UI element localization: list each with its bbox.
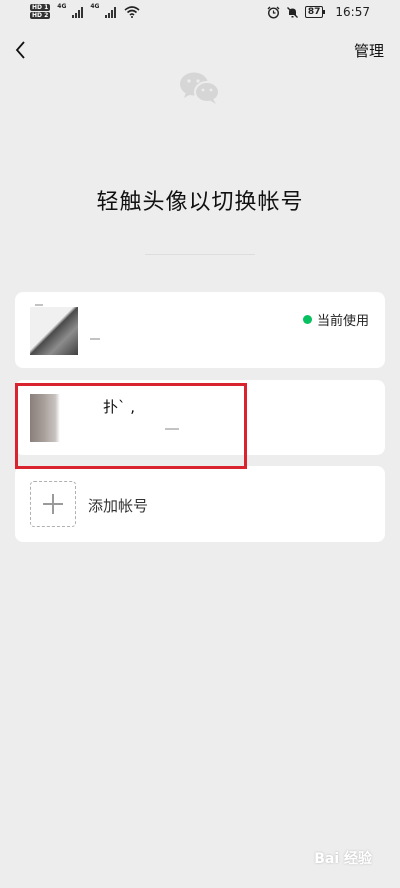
chevron-left-icon <box>15 41 25 59</box>
signal-icon <box>72 6 84 18</box>
hd1-badge: HD 1 <box>30 4 51 11</box>
battery-indicator: 87 <box>304 6 325 18</box>
manage-button[interactable]: 管理 <box>354 40 384 61</box>
back-button[interactable] <box>10 36 40 66</box>
plus-icon[interactable] <box>30 481 76 527</box>
watermark: Bai 经验 <box>314 851 372 867</box>
wechat-logo-icon <box>180 72 220 104</box>
redacted-id <box>90 338 100 340</box>
network-type-2: 4G <box>90 3 100 10</box>
redacted-name <box>35 304 43 306</box>
account-card-current[interactable]: 当前使用 <box>15 292 385 368</box>
avatar[interactable] <box>30 307 78 355</box>
mute-icon <box>286 6 298 18</box>
page-title: 轻触头像以切换帐号 <box>96 190 304 215</box>
hd2-badge: HD 2 <box>30 12 51 19</box>
status-time: 16:57 <box>335 5 370 19</box>
status-bar: HD 1 HD 2 4G 4G 87 16:57 <box>0 0 400 28</box>
alarm-icon <box>267 6 280 19</box>
wifi-icon <box>124 5 141 18</box>
annotation-highlight-box <box>15 383 247 469</box>
divider <box>145 254 255 255</box>
current-status-badge: 当前使用 <box>302 310 369 329</box>
network-type-1: 4G <box>57 3 67 10</box>
add-account-label: 添加帐号 <box>88 497 149 515</box>
signal-icon-2 <box>105 6 117 18</box>
add-account-card[interactable]: 添加帐号 <box>15 466 385 542</box>
current-status-label: 当前使用 <box>316 314 369 329</box>
green-dot-icon <box>302 315 312 324</box>
